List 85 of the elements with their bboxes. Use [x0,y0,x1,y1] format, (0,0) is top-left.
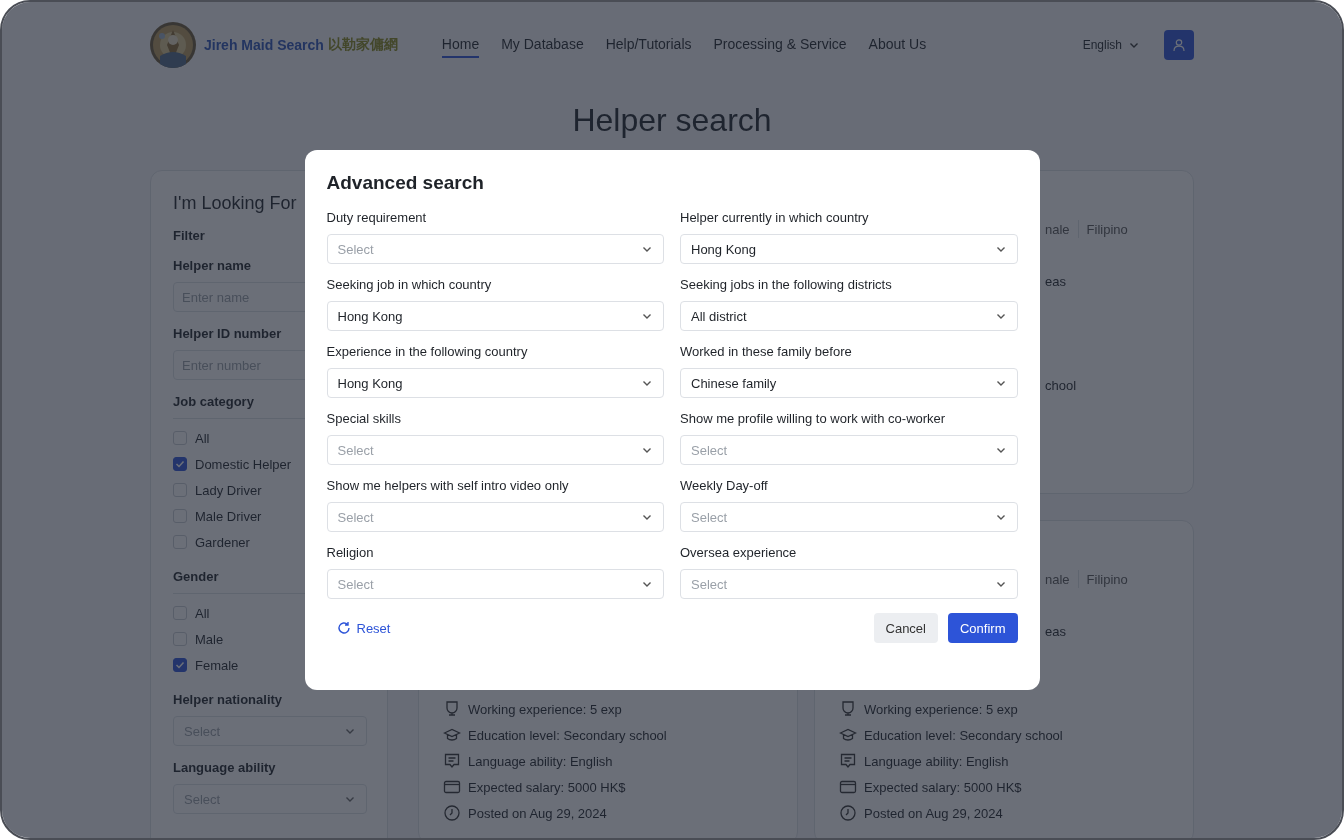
info-text: Language ability: English [864,753,1009,769]
nav-link[interactable]: About Us [868,32,927,58]
nav-link[interactable]: Home [441,32,480,58]
reset-button[interactable]: Reset [326,616,401,640]
nav-link[interactable]: My Database [501,32,584,58]
graduation-cap-icon [443,726,461,744]
select-field[interactable]: Select [326,569,664,599]
message-icon [443,752,461,770]
field-label: Helper ID number [173,326,282,341]
checkbox-label: All [195,605,210,621]
field-label: Oversea experience [680,545,797,560]
field-label: Weekly Day-off [680,478,768,493]
location-text: eas [1045,273,1066,289]
tag-text: nale [1045,221,1070,237]
checkbox[interactable] [173,658,187,672]
check-icon [175,660,185,670]
page-title: Helper search [572,102,772,138]
brand-name-chinese[interactable]: 以勒家傭網 [327,36,398,54]
checkbox-label: Male Driver [195,508,262,524]
select-field[interactable]: Chinese family [680,368,1018,398]
filter-heading: Filter [173,228,205,243]
panel-title: I'm Looking For [173,193,297,214]
select-field[interactable]: Hong Kong [680,234,1018,264]
field-label: Special skills [326,411,401,426]
info-text: Education level: Secondary school [864,727,1063,743]
select-field[interactable]: Select [326,435,664,465]
group-label: Job category [173,394,254,409]
info-text: Education level: Secondary school [468,727,667,743]
select-field[interactable]: All district [680,301,1018,331]
checkbox-label: Female [195,657,239,673]
tag-text: nale [1045,571,1070,587]
select-field[interactable]: Select [680,435,1018,465]
field-label: Show me helpers with self intro video only [326,478,569,493]
field-label: Helper nationality [173,692,283,707]
checkbox-label: Gardener [195,534,250,550]
tag-text: Filipino [1086,571,1128,587]
graduation-cap-icon [839,726,857,744]
cup-icon [839,700,857,718]
checkbox-label: All [195,430,210,446]
clock-icon [443,804,461,822]
field-label: Helper name [173,258,252,273]
language-selector[interactable]: English [1082,38,1122,52]
select-field[interactable]: Select [326,234,664,264]
message-icon [839,752,857,770]
wallet-icon [839,778,857,796]
refresh-icon [336,621,351,635]
brand-name[interactable]: Jireh Maid Search [204,37,324,53]
checkbox-label: Lady Driver [195,482,262,498]
user-icon [1172,38,1186,52]
info-text: Working experience: 5 exp [468,701,622,717]
info-text: chool [1045,377,1077,393]
clock-icon [839,804,857,822]
user-button[interactable] [1164,30,1194,60]
info-text: Expected salary: 5000 HK$ [468,779,626,795]
check-icon [175,459,185,469]
nav-link[interactable]: Processing & Service [713,32,847,58]
field-label: Religion [326,545,374,560]
field-label: Language ability [173,760,276,775]
field-label: Show me profile willing to work with co-worker [680,411,946,426]
select-field[interactable]: Hong Kong [326,301,664,331]
select-field[interactable]: Hong Kong [326,368,664,398]
tag-text: Filipino [1086,221,1128,237]
info-text: Posted on Aug 29, 2024 [468,805,607,821]
info-text: Posted on Aug 29, 2024 [864,805,1003,821]
select-field[interactable]: Select [680,569,1018,599]
select-field[interactable]: Select [326,502,664,532]
field-label: Seeking jobs in the following districts [680,277,892,292]
group-label: Gender [173,569,219,584]
checkbox-label: Domestic Helper [195,456,292,472]
field-label: Helper currently in which country [680,210,869,225]
dialog-title: Advanced search [326,172,484,194]
cancel-button[interactable]: Cancel [873,613,938,643]
info-text: Expected salary: 5000 HK$ [864,779,1022,795]
checkbox[interactable] [173,457,187,471]
checkbox-label: Male [195,631,224,647]
nav-link[interactable]: Help/Tutorials [605,32,692,58]
info-text: Language ability: English [468,753,613,769]
field-label: Duty requirement [326,210,427,225]
cup-icon [443,700,461,718]
confirm-button[interactable]: Confirm [948,613,1018,643]
select-field[interactable]: Select [680,502,1018,532]
field-label: Worked in these family before [680,344,852,359]
location-text: eas [1045,623,1066,639]
wallet-icon [443,778,461,796]
info-text: Working experience: 5 exp [864,701,1018,717]
